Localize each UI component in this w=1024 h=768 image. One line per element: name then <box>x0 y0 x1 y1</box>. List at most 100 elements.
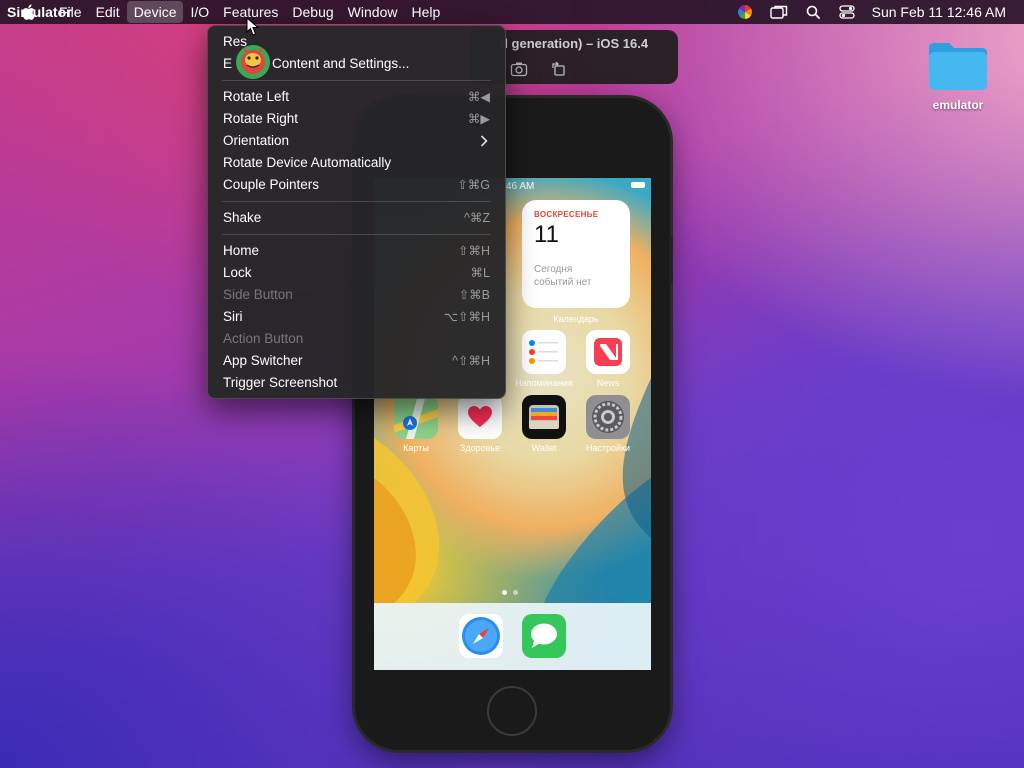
menu-item-shortcut: ^⌘Z <box>463 211 490 225</box>
menu-item-label: Side Button <box>223 287 293 302</box>
menu-app-name[interactable]: Simulator <box>0 1 72 23</box>
menu-item-rotate-right[interactable]: Rotate Right ⌘▶ <box>208 108 505 130</box>
menu-item-rotate-left[interactable]: Rotate Left ⌘◀ <box>208 86 505 108</box>
widget-no-events: Сегодня событий нет <box>534 263 618 289</box>
menu-io[interactable]: I/O <box>183 1 216 23</box>
app-label-maps: Карты <box>403 443 429 453</box>
app-settings[interactable]: Настройки <box>578 395 638 453</box>
menu-item-action-button: Action Button <box>208 328 505 350</box>
screenshot-icon[interactable] <box>510 60 528 78</box>
menu-item-home[interactable]: Home ⇧⌘H <box>208 240 505 262</box>
page-indicator[interactable] <box>502 590 518 595</box>
widget-text-line1: Сегодня <box>534 264 573 275</box>
app-label-settings: Настройки <box>585 443 631 453</box>
menu-item-label-head: E <box>223 56 233 71</box>
menu-item-shortcut: ⌥⇧⌘H <box>443 310 490 324</box>
menu-item-lock[interactable]: Lock ⌘L <box>208 262 505 284</box>
calendar-widget[interactable]: ВОСКРЕСЕНЬЕ 11 Сегодня событий нет <box>522 200 630 308</box>
page-dot <box>513 590 518 595</box>
rotate-icon[interactable] <box>550 60 568 78</box>
battery-icon <box>631 182 645 188</box>
widget-date: 11 <box>534 221 559 248</box>
dock <box>374 603 651 670</box>
dock-app-messages[interactable] <box>514 614 574 658</box>
menu-separator <box>222 201 491 202</box>
widget-label: Календарь <box>553 314 599 324</box>
app-reminders[interactable]: Напоминания <box>514 330 574 388</box>
app-maps[interactable]: Карты <box>386 395 446 453</box>
menu-edit[interactable]: Edit <box>89 1 127 23</box>
menu-item-label: Couple Pointers <box>223 177 320 192</box>
status-bar-time: 46 AM <box>506 181 535 192</box>
menu-item-shortcut: ⌘L <box>470 266 490 280</box>
menu-item-shortcut: ⌘▶ <box>467 112 490 126</box>
device-menu-dropdown: Res E Content and Settings... Rotate Left… <box>207 25 506 399</box>
news-icon <box>586 330 630 374</box>
reminders-icon <box>522 330 566 374</box>
page-dot <box>502 590 507 595</box>
menu-bar: Simulator File Edit Device I/O Features … <box>0 0 1024 24</box>
menu-item-label-tail: Content and Settings... <box>272 56 410 71</box>
simulator-window-title: d generation) – iOS 16.4 <box>500 36 649 51</box>
menu-separator <box>222 234 491 235</box>
folder-label: emulator <box>932 98 984 112</box>
menu-item-label: Orientation <box>223 133 290 148</box>
menu-item-side-button: Side Button ⇧⌘B <box>208 284 505 306</box>
desktop-folder[interactable]: emulator <box>920 40 996 112</box>
app-label-wallet: Wallet <box>531 443 557 453</box>
dragon-badge-icon <box>232 40 274 80</box>
app-wallet[interactable]: Wallet <box>514 395 574 453</box>
menu-item-shortcut: ⇧⌘B <box>458 288 490 302</box>
widget-text-line2: событий нет <box>534 277 592 288</box>
menu-item-label: Siri <box>223 309 243 324</box>
mouse-cursor-icon <box>246 16 260 37</box>
wallet-icon <box>522 395 566 439</box>
menu-item-orientation[interactable]: Orientation <box>208 130 505 152</box>
menu-clock[interactable]: Sun Feb 11 12:46 AM <box>872 4 1006 20</box>
app-news[interactable]: News <box>578 330 638 388</box>
folder-icon <box>929 43 987 90</box>
app-label-reminders: Напоминания <box>515 378 573 388</box>
maps-icon <box>394 395 438 439</box>
settings-icon <box>586 395 630 439</box>
menu-item-label: Rotate Left <box>223 89 290 104</box>
menu-item-label: Action Button <box>223 331 304 346</box>
widget-weekday: ВОСКРЕСЕНЬЕ <box>534 210 599 219</box>
menu-item-trigger-screenshot[interactable]: Trigger Screenshot <box>208 372 505 394</box>
menu-item-label: Lock <box>223 265 252 280</box>
menu-help[interactable]: Help <box>404 1 447 23</box>
menu-item-shortcut: ⇧⌘G <box>457 178 490 192</box>
dock-app-safari[interactable] <box>451 614 511 658</box>
menu-item-siri[interactable]: Siri ⌥⇧⌘H <box>208 306 505 328</box>
menu-item-shortcut: ⇧⌘H <box>457 244 490 258</box>
menu-item-label: Shake <box>223 210 262 225</box>
menu-debug[interactable]: Debug <box>285 1 340 23</box>
menu-item-rotate-auto[interactable]: Rotate Device Automatically <box>208 152 505 174</box>
messages-icon <box>522 614 566 658</box>
menu-window[interactable]: Window <box>341 1 405 23</box>
side-button[interactable] <box>669 236 673 284</box>
menu-item-app-switcher[interactable]: App Switcher ^⇧⌘H <box>208 350 505 372</box>
menu-separator <box>222 80 491 81</box>
health-icon <box>458 395 502 439</box>
menu-item-shake[interactable]: Shake ^⌘Z <box>208 207 505 229</box>
safari-icon <box>459 614 503 658</box>
app-label-health: Здоровье <box>459 443 501 453</box>
color-wheel-icon[interactable] <box>736 4 754 20</box>
menu-item-couple-pointers[interactable]: Couple Pointers ⇧⌘G <box>208 174 505 196</box>
chevron-right-icon <box>478 135 490 147</box>
menu-item-label: Trigger Screenshot <box>223 375 338 390</box>
menu-device[interactable]: Device <box>126 1 184 23</box>
menu-item-shortcut: ⌘◀ <box>467 90 490 104</box>
menu-item-label: Rotate Device Automatically <box>223 155 392 170</box>
home-button[interactable] <box>487 686 537 736</box>
control-center-icon[interactable] <box>838 4 856 20</box>
search-icon[interactable] <box>804 4 822 20</box>
menu-item-label: Rotate Right <box>223 111 299 126</box>
menu-item-label: App Switcher <box>223 353 303 368</box>
menu-item-label: Home <box>223 243 260 258</box>
app-health[interactable]: Здоровье <box>450 395 510 453</box>
window-switch-icon[interactable] <box>769 4 788 20</box>
app-label-news: News <box>596 378 620 388</box>
menu-item-shortcut: ^⇧⌘H <box>452 354 490 368</box>
